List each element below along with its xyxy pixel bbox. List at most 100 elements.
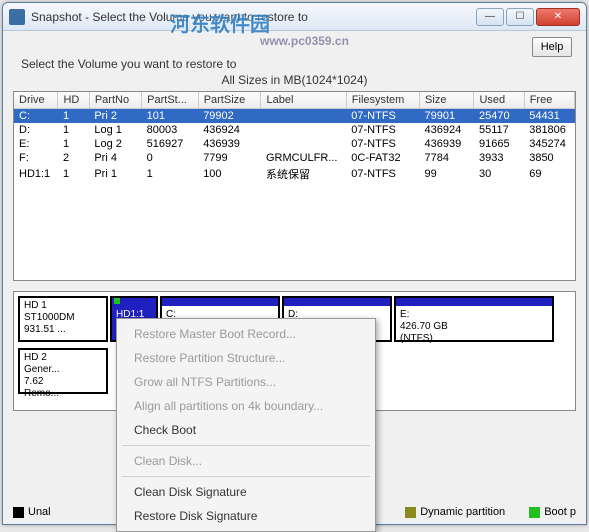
- column-header[interactable]: PartSize: [198, 92, 261, 109]
- cell: Log 1: [89, 123, 141, 137]
- titlebar[interactable]: Snapshot - Select the Volume you want to…: [3, 3, 586, 31]
- partition-size: 426.70 GB: [400, 321, 548, 333]
- cell: Log 2: [89, 137, 141, 151]
- menu-item[interactable]: Restore Disk Signature: [120, 504, 372, 528]
- menu-item: Restore Master Boot Record...: [120, 322, 372, 346]
- column-header[interactable]: PartSt...: [142, 92, 199, 109]
- disk1-size: 931.51 ...: [24, 324, 102, 336]
- disk2-remo: Remo...: [24, 388, 102, 400]
- cell: 0: [142, 151, 199, 165]
- disk2-name: HD 2: [24, 352, 102, 364]
- menu-separator: [122, 445, 370, 446]
- cell: 7784: [420, 151, 474, 165]
- table-row[interactable]: HD1:11Pri 11100系统保留07-NTFS993069: [14, 165, 575, 183]
- instruction-label: Select the Volume you want to restore to: [21, 57, 576, 71]
- cell: 54431: [524, 109, 574, 124]
- window-controls: — ☐ ✕: [476, 8, 580, 26]
- cell: [261, 123, 346, 137]
- cell: 30: [474, 165, 524, 183]
- menu-item: Clean Disk...: [120, 449, 372, 473]
- swatch-icon: [405, 507, 416, 518]
- app-icon: [9, 9, 25, 25]
- disk2-size: 7.62: [24, 376, 102, 388]
- cell: 7799: [198, 151, 261, 165]
- cell: 345274: [524, 137, 574, 151]
- menu-item: Align all partitions on 4k boundary...: [120, 394, 372, 418]
- cell: 07-NTFS: [346, 165, 419, 183]
- cell: 516927: [142, 137, 199, 151]
- cell: 3850: [524, 151, 574, 165]
- maximize-button[interactable]: ☐: [506, 8, 534, 26]
- cell: 07-NTFS: [346, 109, 419, 124]
- table-row[interactable]: C:1Pri 210179902 07-NTFS799012547054431: [14, 109, 575, 124]
- cell: GRMCULFR...: [261, 151, 346, 165]
- menu-item: Restore Partition Structure...: [120, 346, 372, 370]
- menu-item: Grow all NTFS Partitions...: [120, 370, 372, 394]
- cell: 07-NTFS: [346, 137, 419, 151]
- minimize-button[interactable]: —: [476, 8, 504, 26]
- cell: 436939: [420, 137, 474, 151]
- cell: 1: [58, 123, 89, 137]
- cell: 1: [58, 165, 89, 183]
- help-button[interactable]: Help: [532, 37, 572, 57]
- cell: 381806: [524, 123, 574, 137]
- cell: 1: [58, 137, 89, 151]
- menu-item[interactable]: Clean Disk Signature: [120, 480, 372, 504]
- cell: 100: [198, 165, 261, 183]
- column-header[interactable]: Label: [261, 92, 346, 109]
- column-header[interactable]: Filesystem: [346, 92, 419, 109]
- size-note: All Sizes in MB(1024*1024): [13, 73, 576, 87]
- disk1-name: HD 1: [24, 300, 102, 312]
- cell: 436939: [198, 137, 261, 151]
- legend-unallocated: Unal: [13, 506, 51, 518]
- disk1-header[interactable]: HD 1 ST1000DM 931.51 ...: [18, 296, 108, 342]
- column-header[interactable]: PartNo: [89, 92, 141, 109]
- cell: 101: [142, 109, 199, 124]
- cell: 25470: [474, 109, 524, 124]
- disk1-model: ST1000DM: [24, 312, 102, 324]
- cell: E:: [14, 137, 58, 151]
- legend-boot: Boot p: [529, 506, 576, 518]
- window-title: Snapshot - Select the Volume you want to…: [31, 10, 476, 24]
- cell: 系统保留: [261, 165, 346, 183]
- legend-dynamic: Dynamic partition: [405, 506, 505, 518]
- cell: HD1:1: [14, 165, 58, 183]
- cell: 79902: [198, 109, 261, 124]
- column-header[interactable]: Size: [420, 92, 474, 109]
- cell: 79901: [420, 109, 474, 124]
- table-row[interactable]: D:1Log 18000343692407-NTFS43692455117381…: [14, 123, 575, 137]
- close-button[interactable]: ✕: [536, 8, 580, 26]
- volume-table[interactable]: DriveHDPartNoPartSt...PartSizeLabelFiles…: [13, 91, 576, 281]
- partition-fs: (NTFS): [400, 333, 548, 345]
- table-row[interactable]: E:1Log 251692743693907-NTFS4369399166534…: [14, 137, 575, 151]
- column-header[interactable]: Free: [524, 92, 574, 109]
- menu-separator: [122, 476, 370, 477]
- column-header[interactable]: Used: [474, 92, 524, 109]
- cell: C:: [14, 109, 58, 124]
- menu-item[interactable]: Check Boot: [120, 418, 372, 442]
- cell: 69: [524, 165, 574, 183]
- cell: 2: [58, 151, 89, 165]
- disk2-header[interactable]: HD 2 Gener... 7.62 Remo...: [18, 348, 108, 394]
- cell: F:: [14, 151, 58, 165]
- cell: Pri 1: [89, 165, 141, 183]
- cell: [261, 137, 346, 151]
- swatch-icon: [529, 507, 540, 518]
- cell: [261, 109, 346, 124]
- cell: Pri 2: [89, 109, 141, 124]
- cell: 99: [420, 165, 474, 183]
- context-menu: Restore Master Boot Record...Restore Par…: [116, 318, 376, 532]
- cell: 07-NTFS: [346, 123, 419, 137]
- column-header[interactable]: Drive: [14, 92, 58, 109]
- cell: 1: [58, 109, 89, 124]
- partition-e[interactable]: E: 426.70 GB (NTFS): [394, 296, 554, 342]
- cell: D:: [14, 123, 58, 137]
- cell: 436924: [420, 123, 474, 137]
- swatch-icon: [13, 507, 24, 518]
- cell: Pri 4: [89, 151, 141, 165]
- cell: 3933: [474, 151, 524, 165]
- column-header[interactable]: HD: [58, 92, 89, 109]
- cell: 1: [142, 165, 199, 183]
- table-row[interactable]: F:2Pri 407799GRMCULFR...0C-FAT3277843933…: [14, 151, 575, 165]
- cell: 0C-FAT32: [346, 151, 419, 165]
